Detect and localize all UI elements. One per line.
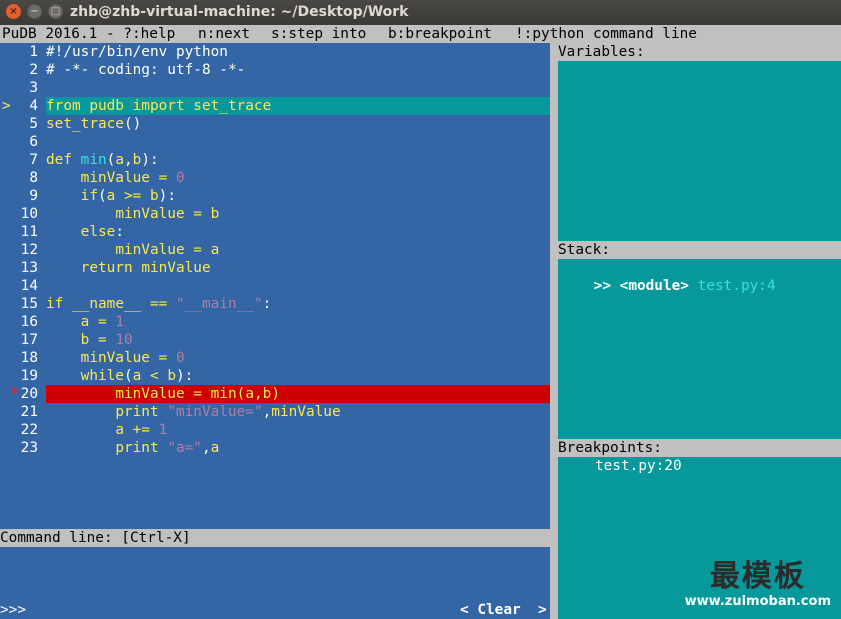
line-code: a += 1 bbox=[115, 422, 168, 438]
line-code: def min(a,b): bbox=[46, 152, 159, 168]
source-line[interactable]: >4 from pudb import set_trace bbox=[0, 97, 550, 115]
watermark-url: www.zuimoban.com bbox=[684, 594, 831, 609]
pudb-menubar: PuDB 2016.1 - ?:help n:next s:step into … bbox=[0, 25, 841, 43]
source-line[interactable]: 19 while(a < b): bbox=[0, 367, 550, 385]
line-number: 14 bbox=[20, 278, 38, 294]
line-code: minValue = a bbox=[115, 242, 220, 258]
line-number: 20 bbox=[20, 386, 38, 402]
line-code: while(a < b): bbox=[80, 368, 194, 384]
line-number: 23 bbox=[20, 440, 38, 456]
line-number: 1 bbox=[29, 44, 38, 60]
line-number: 16 bbox=[20, 314, 38, 330]
variables-header: Variables: bbox=[558, 43, 841, 61]
line-number: 12 bbox=[20, 242, 38, 258]
source-line[interactable]: 11 else: bbox=[0, 223, 550, 241]
line-code: minValue = 0 bbox=[80, 350, 185, 366]
line-code: from pudb import set_trace bbox=[46, 97, 272, 115]
line-number: 19 bbox=[20, 368, 38, 384]
breakpoint-item[interactable]: test.py:20 bbox=[595, 457, 682, 475]
source-line[interactable]: 9 if(a >= b): bbox=[0, 187, 550, 205]
source-line[interactable]: 15 if __name__ == "__main__": bbox=[0, 295, 550, 313]
source-line[interactable]: 16 a = 1 bbox=[0, 313, 550, 331]
line-number: 2 bbox=[29, 62, 38, 78]
menu-python-command-line: !:python command line bbox=[515, 26, 697, 42]
source-line[interactable]: 3 bbox=[0, 79, 550, 97]
source-line[interactable]: 1 #!/usr/bin/env python bbox=[0, 43, 550, 61]
line-number: 3 bbox=[29, 80, 38, 96]
line-number: 8 bbox=[29, 170, 38, 186]
window-title: zhb@zhb-virtual-machine: ~/Desktop/Work bbox=[70, 4, 409, 20]
source-line[interactable]: 6 bbox=[0, 133, 550, 151]
line-code: print "minValue=",minValue bbox=[115, 404, 341, 420]
line-number: 5 bbox=[29, 116, 38, 132]
pane-separator[interactable] bbox=[550, 43, 558, 619]
line-code: minValue = min(a,b) bbox=[115, 386, 280, 402]
source-line[interactable]: 14 bbox=[0, 277, 550, 295]
source-line[interactable]: 18 minValue = 0 bbox=[0, 349, 550, 367]
line-number: 15 bbox=[20, 296, 38, 312]
variables-panel[interactable] bbox=[558, 61, 841, 241]
source-line[interactable]: 10 minValue = b bbox=[0, 205, 550, 223]
source-line[interactable]: 23 print "a=",a bbox=[0, 439, 550, 457]
window-titlebar: × − □ zhb@zhb-virtual-machine: ~/Desktop… bbox=[0, 0, 841, 25]
frame-name: <module> bbox=[619, 278, 689, 294]
menu-breakpoint: b:breakpoint bbox=[388, 26, 492, 42]
line-code: minValue = b bbox=[115, 206, 220, 222]
watermark: 最模板 www.zuimoban.com bbox=[684, 559, 831, 610]
line-code: return minValue bbox=[80, 260, 211, 276]
line-code: b = 10 bbox=[80, 332, 133, 348]
line-code: minValue = 0 bbox=[80, 170, 185, 186]
line-number: 18 bbox=[20, 350, 38, 366]
line-code: # -*- coding: utf-8 -*- bbox=[46, 62, 246, 78]
source-code-view[interactable]: 1 #!/usr/bin/env python 2 # -*- coding: utf… bbox=[0, 43, 550, 529]
line-number: 4 bbox=[29, 98, 38, 114]
frame-location: test.py:4 bbox=[697, 278, 776, 294]
clear-button[interactable]: < Clear > bbox=[460, 602, 547, 618]
version-help: PuDB 2016.1 - ?:help bbox=[2, 26, 176, 42]
source-line[interactable]: 7 def min(a,b): bbox=[0, 151, 550, 169]
line-code: if __name__ == "__main__": bbox=[46, 296, 272, 312]
line-code: else: bbox=[80, 224, 124, 240]
source-line[interactable]: 17 b = 10 bbox=[0, 331, 550, 349]
line-code: #!/usr/bin/env python bbox=[46, 44, 228, 60]
stack-panel[interactable]: >> <module> test.py:4 bbox=[558, 259, 841, 439]
source-line[interactable]: 13 return minValue bbox=[0, 259, 550, 277]
breakpoints-header: Breakpoints: bbox=[558, 439, 841, 457]
source-line[interactable]: 21 print "minValue=",minValue bbox=[0, 403, 550, 421]
command-line-panel[interactable]: >>> < Clear > bbox=[0, 547, 550, 619]
line-code: print "a=",a bbox=[115, 440, 220, 456]
watermark-logo: 最模板 bbox=[709, 559, 806, 594]
line-number: 7 bbox=[29, 152, 38, 168]
source-line[interactable]: 2 # -*- coding: utf-8 -*- bbox=[0, 61, 550, 79]
source-line[interactable]: * 20 minValue = min(a,b) bbox=[0, 385, 550, 403]
source-line[interactable]: 12 minValue = a bbox=[0, 241, 550, 259]
line-number: 11 bbox=[20, 224, 38, 240]
maximize-button[interactable]: □ bbox=[48, 4, 63, 19]
line-number: 22 bbox=[20, 422, 38, 438]
line-number: 13 bbox=[20, 260, 38, 276]
line-number: 10 bbox=[20, 206, 38, 222]
command-line-header: Command line: [Ctrl-X] bbox=[0, 529, 550, 547]
menu-step-into: s:step into bbox=[271, 26, 367, 42]
line-number: 21 bbox=[20, 404, 38, 420]
stack-frame[interactable]: >> <module> test.py:4 bbox=[559, 259, 776, 294]
close-button[interactable]: × bbox=[6, 4, 21, 19]
line-code: if(a >= b): bbox=[80, 188, 176, 204]
source-line[interactable]: 5 set_trace() bbox=[0, 115, 550, 133]
line-number: 6 bbox=[29, 134, 38, 150]
menu-next: n:next bbox=[198, 26, 250, 42]
minimize-button[interactable]: − bbox=[27, 4, 42, 19]
line-number: 17 bbox=[20, 332, 38, 348]
window-controls: × − □ bbox=[6, 4, 63, 19]
source-line[interactable]: 22 a += 1 bbox=[0, 421, 550, 439]
command-prompt[interactable]: >>> bbox=[0, 602, 26, 618]
line-code: a = 1 bbox=[80, 314, 125, 330]
source-line[interactable]: 8 minValue = 0 bbox=[0, 169, 550, 187]
stack-header: Stack: bbox=[558, 241, 841, 259]
line-code: set_trace() bbox=[46, 116, 142, 132]
line-number: 9 bbox=[29, 188, 38, 204]
frame-marker: >> bbox=[593, 278, 611, 294]
